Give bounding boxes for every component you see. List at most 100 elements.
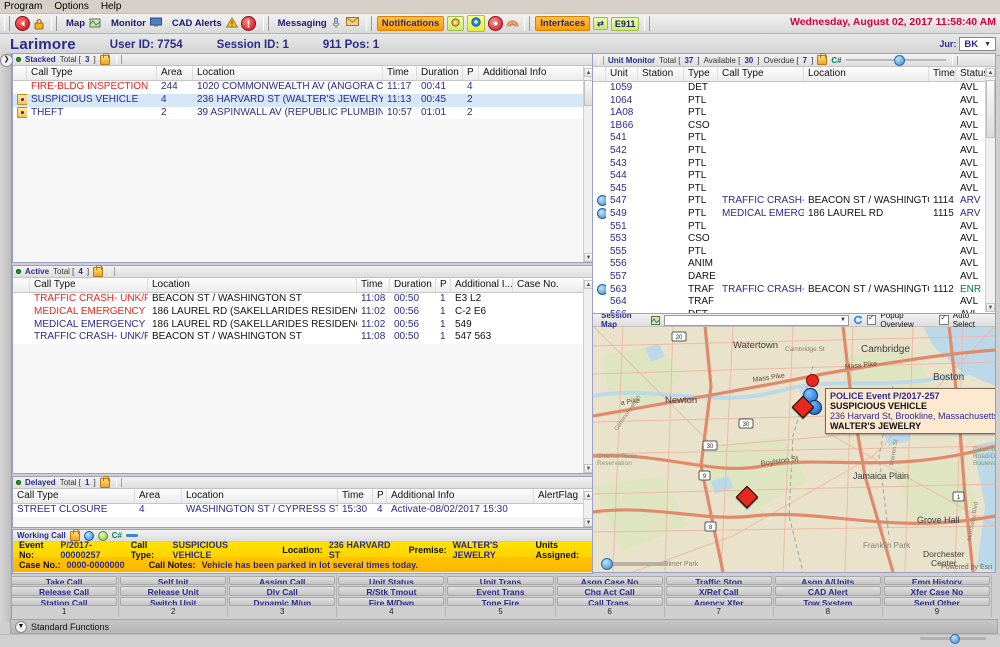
- table-row[interactable]: TRAFFIC CRASH- UNK/PIBEACON ST / WASHING…: [13, 293, 593, 306]
- map-pin-incident-red-top[interactable]: [806, 374, 819, 387]
- function-button-emg-history[interactable]: Emg History: [884, 576, 990, 585]
- map-button[interactable]: Map: [62, 16, 104, 31]
- table-row[interactable]: 1059DETAVL: [593, 82, 995, 95]
- function-button-asgn-case-no[interactable]: Asgn Case No: [557, 576, 663, 585]
- col-time[interactable]: Time: [338, 489, 373, 503]
- table-row[interactable]: MEDICAL EMERGENCY186 LAUREL RD (SAKELLAR…: [13, 306, 593, 319]
- bottom-slider[interactable]: [920, 637, 986, 640]
- table-row[interactable]: 543PTLAVL: [593, 158, 995, 171]
- lock-icon[interactable]: [100, 478, 110, 488]
- toolbar-grip[interactable]: [4, 16, 10, 31]
- unit-status-icon[interactable]: [593, 195, 606, 208]
- event-icon[interactable]: [13, 107, 27, 120]
- function-button-r-stk-tmout[interactable]: R/Stk Tmout: [338, 586, 444, 595]
- refresh-icon[interactable]: [853, 315, 863, 325]
- col-location[interactable]: Location: [182, 489, 338, 503]
- table-row[interactable]: 545PTLAVL: [593, 183, 995, 196]
- jurisdiction-selector[interactable]: Jur: BK ▼: [939, 37, 996, 51]
- unit-status-icon[interactable]: [593, 284, 606, 297]
- function-button-switch-unit[interactable]: Switch Unit: [120, 597, 226, 606]
- function-button-station-call[interactable]: Station Call: [11, 597, 117, 606]
- function-button-chg-act-call[interactable]: Chg Act Call: [557, 586, 663, 595]
- col-call-type[interactable]: Call Type: [27, 66, 157, 80]
- col-station[interactable]: Station: [638, 67, 684, 81]
- function-button-traffic-stop[interactable]: Traffic Stop: [666, 576, 772, 585]
- panel-grip[interactable]: [116, 55, 122, 64]
- notification-blue-icon[interactable]: [84, 531, 94, 541]
- notifications-button[interactable]: Notifications: [377, 16, 445, 31]
- function-button-cad-alert[interactable]: CAD Alert: [775, 586, 881, 595]
- menu-item-program[interactable]: Program: [4, 1, 42, 12]
- function-button-dly-call[interactable]: Dly Call: [229, 586, 335, 595]
- chevron-down-icon[interactable]: ▼: [15, 621, 27, 633]
- zoom-slider[interactable]: [846, 56, 946, 64]
- table-row[interactable]: 557DAREAVL: [593, 271, 995, 284]
- slider-icon[interactable]: [126, 534, 138, 537]
- map-zoom-slider[interactable]: [601, 562, 667, 566]
- col-time[interactable]: Time: [357, 278, 390, 292]
- function-button-call-trans[interactable]: Call Trans.: [557, 597, 663, 606]
- quick-menu-rail[interactable]: ❯ Quick Menu: [0, 53, 12, 622]
- panel-grip[interactable]: [598, 56, 604, 65]
- function-button-assign-call[interactable]: Assign Call: [229, 576, 335, 585]
- col-call-type[interactable]: Call Type: [30, 278, 148, 292]
- function-button-send-other[interactable]: Send Other: [884, 597, 990, 606]
- table-row[interactable]: 542PTLAVL: [593, 145, 995, 158]
- popup-overview-checkbox[interactable]: [867, 315, 876, 325]
- col-area[interactable]: Area: [135, 489, 182, 503]
- table-row[interactable]: STREET CLOSURE4WASHINGTON ST / CYPRESS S…: [13, 504, 593, 517]
- menu-item-help[interactable]: Help: [101, 1, 122, 12]
- table-row[interactable]: 541PTLAVL: [593, 132, 995, 145]
- table-row[interactable]: 563TRAFTRAFFIC CRASH-...BEACON ST / WASH…: [593, 284, 995, 297]
- col-status[interactable]: Status: [956, 67, 986, 81]
- col-priority[interactable]: P: [373, 489, 387, 503]
- lock-icon[interactable]: [70, 531, 80, 541]
- notification-green-icon[interactable]: [447, 16, 464, 31]
- table-row[interactable]: 555PTLAVL: [593, 246, 995, 259]
- col-duration[interactable]: Duration: [390, 278, 436, 292]
- messaging-button[interactable]: Messaging: [274, 16, 361, 31]
- search-icon[interactable]: [98, 531, 108, 541]
- monitor-button[interactable]: Monitor: [107, 16, 165, 31]
- col-area[interactable]: Area: [157, 66, 193, 80]
- scroll-up-icon[interactable]: ▲: [986, 68, 995, 77]
- function-button-asgn-a-units[interactable]: Asgn A/Units: [775, 576, 881, 585]
- function-button-tone-fire[interactable]: Tone Fire: [447, 597, 553, 606]
- col-time[interactable]: Time: [929, 67, 956, 81]
- table-row[interactable]: 549PTLMEDICAL EMERG...186 LAUREL RD1115A…: [593, 208, 995, 221]
- panel-grip[interactable]: [116, 478, 122, 487]
- function-button-self-init[interactable]: Self Init: [120, 576, 226, 585]
- col-additional-info[interactable]: Additional Info: [479, 66, 584, 80]
- function-button-x-ref-call[interactable]: X/Ref Call: [666, 586, 772, 595]
- col-location[interactable]: Location: [193, 66, 383, 80]
- table-row[interactable]: MEDICAL EMERGENCY186 LAUREL RD (SAKELLAR…: [13, 319, 593, 332]
- col-additional-info[interactable]: Additional I...: [451, 278, 513, 292]
- col-type[interactable]: Type: [684, 67, 718, 81]
- col-call-type[interactable]: Call Type: [13, 489, 135, 503]
- function-button-dynamic-m-up[interactable]: Dynamic M/up: [229, 597, 335, 606]
- map-layer-combo[interactable]: ▼: [664, 315, 849, 326]
- toolbar-grip-2[interactable]: [51, 16, 57, 31]
- lock-icon[interactable]: [33, 18, 46, 31]
- unit-monitor-scrollbar[interactable]: ▲ ▼: [985, 68, 995, 312]
- table-row[interactable]: 551PTLAVL: [593, 221, 995, 234]
- interfaces-button[interactable]: Interfaces: [535, 16, 590, 31]
- col-call-type[interactable]: Call Type: [718, 67, 804, 81]
- table-row[interactable]: 1A08PTLAVL: [593, 107, 995, 120]
- table-row[interactable]: TRAFFIC CRASH- UNK/PIBEACON ST / WASHING…: [13, 331, 593, 344]
- function-button-tow-system[interactable]: Tow System: [775, 597, 881, 606]
- function-button-unit-trans[interactable]: Unit Trans: [447, 576, 553, 585]
- toolbar-grip-5[interactable]: [524, 16, 530, 31]
- event-icon[interactable]: [13, 94, 27, 107]
- col-priority[interactable]: P: [463, 66, 479, 80]
- scroll-thumb[interactable]: [986, 80, 995, 138]
- col-duration[interactable]: Duration: [417, 66, 463, 80]
- map-thumbnail-icon[interactable]: [651, 316, 660, 325]
- function-button-release-unit[interactable]: Release Unit: [120, 586, 226, 595]
- e911-button[interactable]: E911: [611, 17, 640, 31]
- table-row[interactable]: SUSPICIOUS VEHICLE4236 HARVARD ST (WALTE…: [13, 94, 593, 107]
- col-additional-info[interactable]: Additional Info: [387, 489, 534, 503]
- col-location[interactable]: Location: [148, 278, 357, 292]
- map-canvas[interactable]: 20 30 30 9 1 8 Watertown Cambridge Bosto…: [593, 326, 995, 572]
- unit-status-icon[interactable]: [593, 208, 606, 221]
